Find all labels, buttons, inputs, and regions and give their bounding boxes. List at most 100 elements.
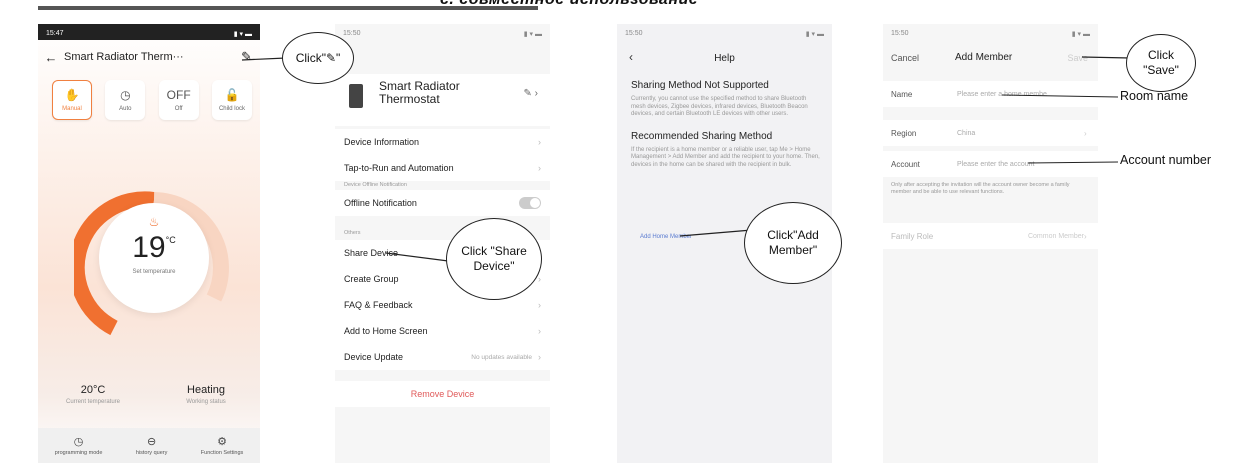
chevron-right-icon: › — [1084, 128, 1087, 138]
invitation-note: Only after accepting the invitation will… — [891, 182, 1070, 195]
menu-item-label: Offline Notification — [344, 198, 417, 208]
heading-recommended: Recommended Sharing Method — [631, 130, 773, 142]
working-status-value: Heating — [187, 384, 225, 396]
region-label: Region — [891, 128, 917, 138]
chevron-right-icon: › — [538, 352, 541, 362]
mode-selector: ✋ Manual ◷ Auto OFF Off 🔓 Child lock — [52, 80, 252, 120]
callout-click-share: Click "Share Device" — [446, 218, 542, 300]
device-name: Smart Radiator Thermostat — [379, 79, 460, 106]
name-input[interactable]: Please enter a home membe — [957, 91, 1098, 98]
clock-icon: ◷ — [120, 88, 131, 102]
section-label-offline: Device Offline Notification — [344, 182, 407, 188]
add-home-member-link[interactable]: Add Home Member — [640, 234, 692, 240]
region-value: China — [957, 129, 976, 137]
current-temperature-label: Current temperature — [65, 399, 121, 405]
bottom-nav-label: Function Settings — [200, 450, 244, 456]
paragraph-not-supported: Currently, you cannot use the specified … — [631, 96, 808, 117]
add-member-screen: 15:50 ▮ ▾ ▬ Cancel Add Member Save Name … — [883, 24, 1098, 463]
remove-device-button[interactable]: Remove Device — [335, 381, 550, 407]
mode-auto-button[interactable]: ◷ Auto — [105, 80, 146, 120]
chevron-right-icon: › — [538, 163, 541, 173]
status-time: 15:50 — [891, 30, 909, 37]
pencil-icon[interactable]: ✎ — [241, 49, 252, 65]
chevron-right-icon: › — [538, 300, 541, 310]
page-title: Add Member — [955, 52, 1013, 63]
status-bar-content: 15:47 ▮ ▾ ▬ — [46, 30, 252, 38]
heading-text: с. совместное использование — [440, 0, 698, 9]
chevron-right-icon: › — [538, 137, 541, 147]
temp-unit: °C — [165, 235, 176, 245]
device-header: Smart Radiator Thermostat ✎ › — [335, 74, 550, 126]
paragraph-recommended: If the recipient is a home member or a r… — [631, 146, 820, 168]
family-role-label: Family Role — [891, 231, 934, 241]
menu-item-label: Device Information — [344, 137, 420, 147]
callout-click-add-member: Click"Add Member" — [744, 202, 842, 284]
status-bar: 15:50 ▮ ▾ ▬ — [343, 30, 542, 38]
save-button[interactable]: Save — [1067, 53, 1088, 63]
offline-notification-toggle[interactable] — [519, 197, 541, 209]
account-label: Account — [891, 159, 920, 169]
bottom-nav: ◷ programming mode ⊖ history query ⚙ Fun… — [38, 428, 260, 463]
section-heading: с. совместное использование — [0, 0, 1245, 12]
name-label: Name — [891, 89, 913, 99]
chevron-right-icon: › — [538, 274, 541, 284]
menu-item-label: Device Update — [344, 352, 404, 362]
thermostat-screen: 15:47 ▮ ▾ ▬ ← Smart Radiator Therm··· ✎ … — [38, 24, 260, 463]
pencil-icon[interactable]: ✎ › — [524, 88, 539, 99]
programming-mode-button[interactable]: ◷ programming mode — [55, 435, 103, 456]
nav-bar: ← Smart Radiator Therm··· ✎ — [38, 46, 260, 68]
menu-faq-feedback[interactable]: FAQ & Feedback › — [335, 292, 550, 318]
callout-click-save: Click "Save" — [1126, 34, 1196, 92]
set-temperature-label: Set temperature — [132, 269, 176, 275]
region-row[interactable]: Region China › — [883, 120, 1098, 146]
family-role-value: Common Member — [1027, 232, 1084, 240]
status-time: 15:47 — [46, 30, 64, 37]
working-status-stat: Heating Working status — [156, 384, 256, 405]
mode-off-button[interactable]: OFF Off — [158, 80, 199, 120]
flame-icon: ♨ — [148, 215, 160, 229]
section-label-others: Others — [344, 230, 361, 236]
settings-icon: ⚙ — [217, 436, 227, 448]
mode-manual-button[interactable]: ✋ Manual — [52, 80, 92, 120]
annotation-account-number: Account number — [1120, 153, 1212, 167]
status-bar: 15:50 ▮ ▾ ▬ — [625, 30, 824, 38]
annotation-room-name: Room name — [1120, 89, 1189, 103]
dial-center: ♨ 19°C Set temperature — [99, 203, 209, 313]
menu-item-label: FAQ & Feedback — [344, 300, 413, 310]
status-time: 15:50 — [625, 30, 643, 37]
history-query-button[interactable]: ⊖ history query — [136, 435, 168, 456]
status-icons: ▮ ▾ ▬ — [1071, 31, 1090, 38]
menu-item-label: Tap-to-Run and Automation — [344, 163, 454, 173]
name-row: Name Please enter a home membe — [883, 81, 1098, 107]
menu-device-information[interactable]: Device Information › — [335, 129, 550, 155]
callout-click-edit: Click"✎" — [282, 32, 354, 84]
current-temperature-stat: 20°C Current temperature — [43, 384, 143, 405]
status-bar: 15:50 ▮ ▾ ▬ — [891, 30, 1090, 38]
status-icons: ▮ ▾ ▬ — [233, 31, 252, 38]
cancel-button[interactable]: Cancel — [891, 53, 919, 63]
account-input[interactable]: Please enter the account — [957, 161, 1098, 168]
status-time: 15:50 — [343, 30, 361, 37]
page-title: Help — [714, 53, 735, 64]
function-settings-button[interactable]: ⚙ Function Settings — [201, 435, 244, 456]
mode-label: Child lock — [218, 106, 245, 112]
back-arrow-icon[interactable]: ← — [38, 50, 64, 65]
family-role-row[interactable]: Family Role Common Member › — [883, 223, 1098, 249]
mode-child-lock-button[interactable]: 🔓 Child lock — [211, 80, 252, 120]
device-title: Smart Radiator Therm··· — [64, 51, 184, 63]
menu-device-update[interactable]: Device Update No updates available › — [335, 344, 550, 370]
thermostat-thumbnail — [349, 84, 363, 108]
mode-label: Off — [174, 106, 183, 112]
menu-tap-to-run[interactable]: Tap-to-Run and Automation › — [335, 155, 550, 181]
mode-label: Manual — [62, 106, 82, 112]
history-icon: ⊖ — [146, 436, 157, 448]
status-icons: ▮ ▾ ▬ — [523, 31, 542, 38]
menu-item-label: Share Device — [344, 248, 399, 258]
menu-offline-notification[interactable]: Offline Notification — [335, 190, 550, 216]
menu-item-label: Add to Home Screen — [344, 326, 428, 336]
clock-icon: ◷ — [73, 436, 84, 448]
menu-item-label: Create Group — [344, 274, 399, 284]
chevron-right-icon: › — [538, 326, 541, 336]
update-status: No updates available — [471, 353, 532, 361]
menu-add-to-home-screen[interactable]: Add to Home Screen › — [335, 318, 550, 344]
